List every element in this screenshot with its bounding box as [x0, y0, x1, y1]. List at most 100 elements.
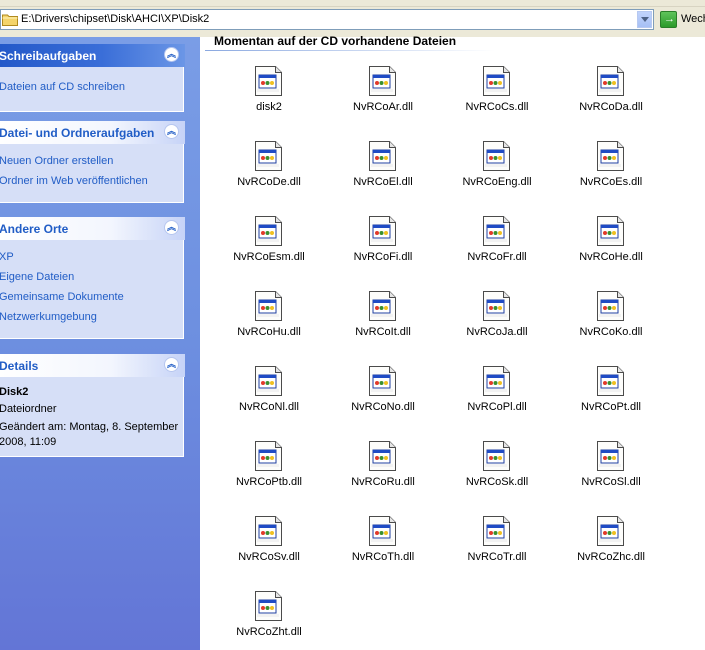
- dll-file-icon: [369, 516, 396, 546]
- file-item[interactable]: NvRCoDa.dll: [554, 64, 668, 124]
- address-input[interactable]: E:\Drivers\chipset\Disk\AHCI\XP\Disk2: [0, 9, 654, 30]
- file-item[interactable]: NvRCoIt.dll: [326, 289, 440, 349]
- file-item[interactable]: NvRCoZhc.dll: [554, 514, 668, 574]
- file-item[interactable]: NvRCoAr.dll: [326, 64, 440, 124]
- folder-icon: [2, 14, 18, 26]
- address-dropdown-button[interactable]: [637, 11, 652, 28]
- task-link-publish-web[interactable]: Ordner im Web veröffentlichen: [0, 175, 148, 187]
- task-link-write-cd[interactable]: Dateien auf CD schreiben: [0, 81, 125, 93]
- file-item[interactable]: NvRCoHe.dll: [554, 214, 668, 274]
- file-label: NvRCoEs.dll: [579, 176, 643, 188]
- dll-file-icon: [369, 441, 396, 471]
- file-item[interactable]: NvRCoTr.dll: [440, 514, 554, 574]
- chevron-up-icon[interactable]: ︽: [164, 47, 179, 62]
- dll-file-icon: [483, 141, 510, 171]
- file-label: NvRCoEng.dll: [462, 176, 532, 188]
- group-body: Disk2 Dateiordner Geändert am: Montag, 8…: [0, 377, 184, 457]
- detail-type: Dateiordner: [0, 403, 57, 415]
- dll-file-icon: [597, 366, 624, 396]
- file-item[interactable]: NvRCoEng.dll: [440, 139, 554, 199]
- task-pane: Schreibaufgaben ︽ Dateien auf CD schreib…: [0, 37, 200, 650]
- group-body: Neuen Ordner erstellen Ordner im Web ver…: [0, 144, 184, 203]
- file-item[interactable]: NvRCoPt.dll: [554, 364, 668, 424]
- file-label: NvRCoPt.dll: [581, 401, 641, 413]
- dll-file-icon: [597, 516, 624, 546]
- file-item[interactable]: NvRCoJa.dll: [440, 289, 554, 349]
- file-item[interactable]: NvRCoCs.dll: [440, 64, 554, 124]
- file-item[interactable]: NvRCoPtb.dll: [212, 439, 326, 499]
- file-label: NvRCoSv.dll: [238, 551, 300, 563]
- file-item[interactable]: NvRCoFi.dll: [326, 214, 440, 274]
- file-item[interactable]: disk2: [212, 64, 326, 124]
- file-item[interactable]: NvRCoEs.dll: [554, 139, 668, 199]
- dll-file-icon: [369, 216, 396, 246]
- file-label: NvRCoEl.dll: [353, 176, 413, 188]
- place-link-xp[interactable]: XP: [0, 251, 14, 263]
- file-item[interactable]: NvRCoSl.dll: [554, 439, 668, 499]
- dll-file-icon: [597, 141, 624, 171]
- chevron-down-icon: [641, 17, 649, 22]
- file-label: NvRCoEsm.dll: [233, 251, 305, 263]
- toolbar-edge: [0, 0, 705, 7]
- dll-file-icon: [255, 516, 282, 546]
- file-label: NvRCoIt.dll: [355, 326, 411, 338]
- place-link-my-documents[interactable]: Eigene Dateien: [0, 271, 74, 283]
- place-link-shared-documents[interactable]: Gemeinsame Dokumente: [0, 291, 124, 303]
- file-item[interactable]: NvRCoSv.dll: [212, 514, 326, 574]
- group-header[interactable]: Schreibaufgaben ︽: [0, 44, 185, 67]
- file-item[interactable]: NvRCoHu.dll: [212, 289, 326, 349]
- detail-modified-time: 2008, 11:09: [0, 436, 57, 448]
- file-item[interactable]: NvRCoSk.dll: [440, 439, 554, 499]
- dll-file-icon: [483, 441, 510, 471]
- go-button[interactable]: → Wech: [658, 10, 705, 30]
- file-item[interactable]: NvRCoEsm.dll: [212, 214, 326, 274]
- file-label: NvRCoFi.dll: [353, 251, 413, 263]
- file-item[interactable]: NvRCoNl.dll: [212, 364, 326, 424]
- dll-file-icon: [255, 216, 282, 246]
- group-title: Details: [0, 359, 39, 373]
- detail-modified: Geändert am: Montag, 8. September: [0, 421, 179, 433]
- file-item[interactable]: NvRCoPl.dll: [440, 364, 554, 424]
- group-title: Datei- und Ordneraufgaben: [0, 126, 155, 140]
- group-header[interactable]: Andere Orte ︽: [0, 217, 185, 240]
- detail-name: Disk2: [0, 386, 29, 398]
- chevron-up-icon[interactable]: ︽: [164, 357, 179, 372]
- file-label: NvRCoZht.dll: [236, 626, 302, 638]
- chevron-up-icon[interactable]: ︽: [164, 220, 179, 235]
- file-label: NvRCoHu.dll: [237, 326, 301, 338]
- file-label: NvRCoTr.dll: [467, 551, 527, 563]
- file-item[interactable]: NvRCoRu.dll: [326, 439, 440, 499]
- dll-file-icon: [483, 66, 510, 96]
- file-view: Momentan auf der CD vorhandene Dateien d…: [200, 34, 705, 650]
- group-body: XP Eigene Dateien Gemeinsame Dokumente N…: [0, 240, 184, 339]
- file-item[interactable]: NvRCoFr.dll: [440, 214, 554, 274]
- group-header[interactable]: Details ︽: [0, 354, 185, 377]
- dll-file-icon: [369, 141, 396, 171]
- dll-file-icon: [369, 291, 396, 321]
- dll-file-icon: [255, 291, 282, 321]
- dll-file-icon: [597, 66, 624, 96]
- dll-file-icon: [369, 66, 396, 96]
- place-link-network[interactable]: Netzwerkumgebung: [0, 311, 97, 323]
- dll-file-icon: [483, 291, 510, 321]
- file-item[interactable]: NvRCoNo.dll: [326, 364, 440, 424]
- group-title: Schreibaufgaben: [0, 49, 97, 63]
- group-title: Andere Orte: [0, 222, 69, 236]
- section-title: Momentan auf der CD vorhandene Dateien: [214, 34, 457, 48]
- file-label: NvRCoDa.dll: [579, 101, 643, 113]
- dll-file-icon: [483, 366, 510, 396]
- chevron-up-icon[interactable]: ︽: [164, 124, 179, 139]
- file-label: NvRCoSl.dll: [581, 476, 641, 488]
- group-body: Dateien auf CD schreiben: [0, 67, 184, 112]
- file-item[interactable]: NvRCoTh.dll: [326, 514, 440, 574]
- group-header[interactable]: Datei- und Ordneraufgaben ︽: [0, 121, 185, 144]
- file-item[interactable]: NvRCoEl.dll: [326, 139, 440, 199]
- task-link-new-folder[interactable]: Neuen Ordner erstellen: [0, 155, 113, 167]
- dll-file-icon: [483, 216, 510, 246]
- dll-file-icon: [255, 66, 282, 96]
- file-item[interactable]: NvRCoZht.dll: [212, 589, 326, 649]
- file-item[interactable]: NvRCoDe.dll: [212, 139, 326, 199]
- file-label: NvRCoZhc.dll: [577, 551, 645, 563]
- file-item[interactable]: NvRCoKo.dll: [554, 289, 668, 349]
- go-label: Wech: [681, 13, 705, 25]
